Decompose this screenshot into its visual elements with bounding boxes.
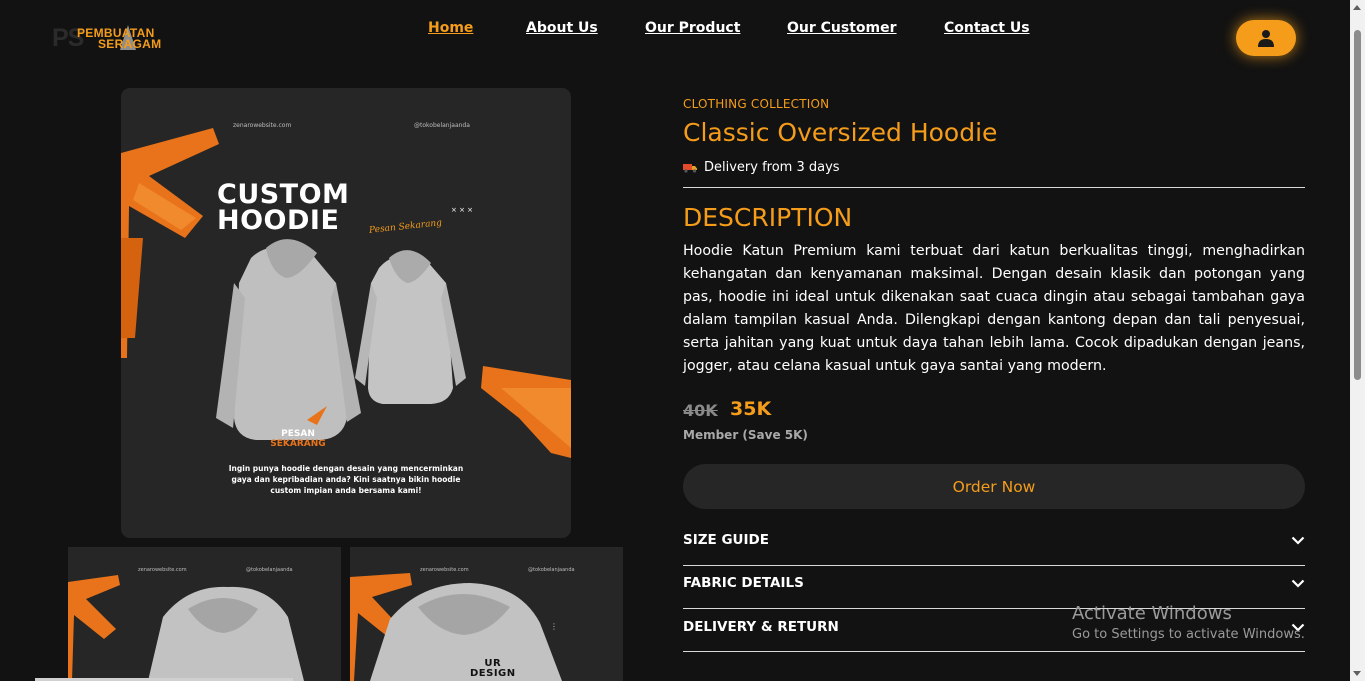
thumbnail-2[interactable]: ⋮ zenarowebsite.com @tokobelanjaanda UR … [350,547,623,681]
divider [683,651,1305,652]
main-image-handle: @tokobelanjaanda [414,122,470,129]
main-image-site: zenarowebsite.com [233,122,292,129]
main-nav: Home About Us Our Product Our Customer C… [0,20,1365,42]
thumbnail-2-site: zenarowebsite.com [420,567,469,573]
watermark-title: Activate Windows [1072,603,1232,624]
main-image-cta-line2: SEKARANG [270,438,326,449]
chevron-down-icon [1291,536,1305,545]
thumbnail-1-handle: @tokobelanjaanda [246,567,293,573]
nav-our-product[interactable]: Our Product [645,20,740,36]
watermark-subtitle: Go to Settings to activate Windows. [1072,627,1305,642]
product-title: Classic Oversized Hoodie [683,118,998,147]
main-image-cta: PESAN SEKARANG [267,429,329,450]
windows-activation-watermark: Activate Windows Go to Settings to activ… [1072,603,1305,642]
accordion-fabric-details[interactable]: FABRIC DETAILS [683,568,1305,598]
accordion-size-guide[interactable]: SIZE GUIDE [683,525,1305,555]
member-savings-note: Member (Save 5K) [683,428,808,442]
nav-about-us[interactable]: About Us [526,20,598,36]
thumbnail-1-site: zenarowebsite.com [138,567,187,573]
delivery-info: Delivery from 3 days [683,160,840,175]
truck-icon [683,163,697,173]
scroll-up-arrow-icon[interactable] [1353,5,1361,10]
delivery-text: Delivery from 3 days [704,160,840,175]
accordion-label: DELIVERY & RETURN [683,619,839,635]
original-price: 40K [683,401,718,420]
main-image-promo-text: Ingin punya hoodie dengan desain yang me… [228,464,464,495]
main-image-title: CUSTOM HOODIE [217,179,350,236]
nav-contact-us[interactable]: Contact Us [944,20,1030,36]
order-now-button[interactable]: Order Now [683,464,1305,509]
accordion-label: SIZE GUIDE [683,532,769,548]
product-category: CLOTHING COLLECTION [683,97,830,111]
main-image-title-line1: CUSTOM [217,179,350,210]
chevron-down-icon [1291,579,1305,588]
main-product-image[interactable]: × × × zenarowebsite.com @tokobelanjaanda… [121,88,571,538]
scroll-thumb[interactable] [1354,30,1361,380]
sale-price: 35K [730,398,772,420]
user-account-button[interactable] [1236,20,1296,56]
divider [683,187,1305,188]
nav-our-customer[interactable]: Our Customer [787,20,897,36]
accordion-label: FABRIC DETAILS [683,575,804,591]
thumbnail-2-print: UR DESIGN [470,659,516,678]
scroll-down-arrow-icon[interactable] [1353,671,1361,676]
thumbnail-2-print-line2: DESIGN [470,667,516,679]
thumbnail-1-graphic [68,575,304,681]
svg-text:⋮: ⋮ [550,622,558,631]
thumbnail-1[interactable]: zenarowebsite.com @tokobelanjaanda [68,547,341,681]
nav-home[interactable]: Home [428,20,473,36]
thumbnail-2-handle: @tokobelanjaanda [528,567,575,573]
main-image-title-line2: HOODIE [217,204,340,236]
user-icon [1258,30,1274,47]
description-heading: DESCRIPTION [683,203,853,232]
svg-text:× × ×: × × × [451,206,473,214]
divider [683,565,1305,566]
product-description: Hoodie Katun Premium kami terbuat dari k… [683,243,1305,374]
vertical-scrollbar[interactable] [1350,0,1365,681]
